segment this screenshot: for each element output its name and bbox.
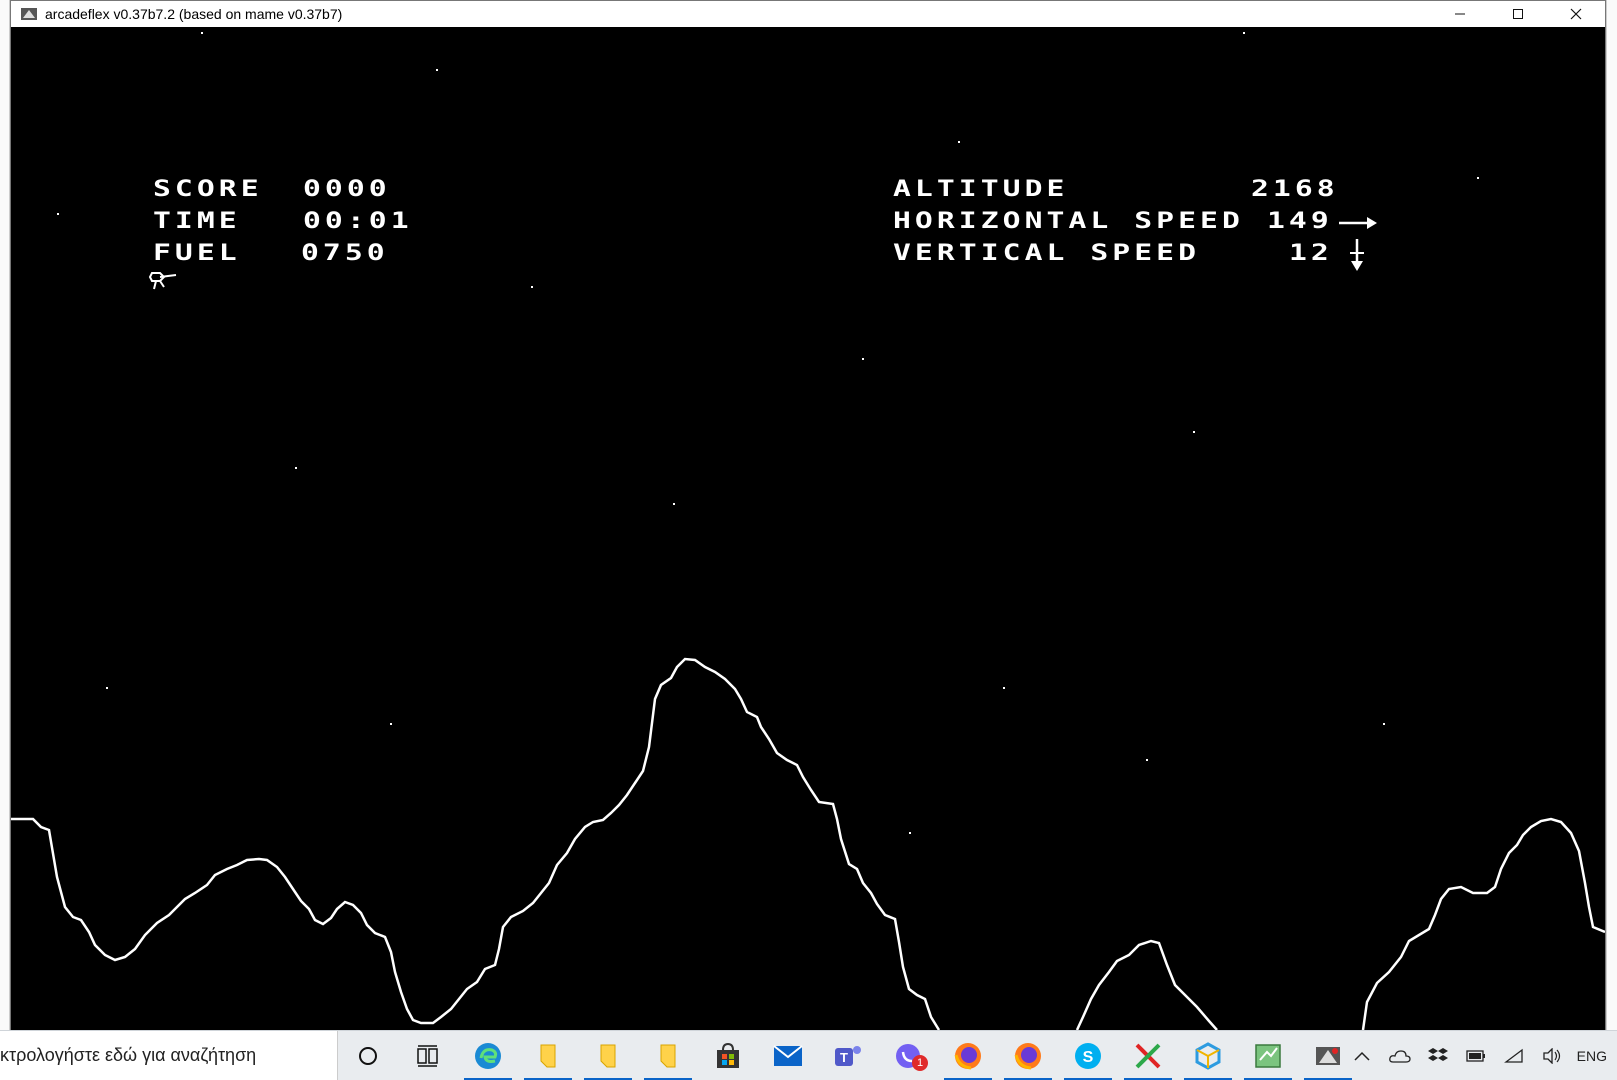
minimize-button[interactable]	[1431, 1, 1489, 27]
star	[106, 687, 108, 689]
lunar-lander-sprite	[148, 272, 177, 290]
star	[909, 832, 911, 834]
star	[862, 358, 864, 360]
taskbar-apps: T 1 S	[338, 1031, 1358, 1080]
right-arrow-icon	[1339, 217, 1377, 229]
taskbar-button-file-explorer[interactable]	[518, 1031, 578, 1080]
star	[295, 467, 297, 469]
wifi-icon[interactable]	[1495, 1031, 1533, 1080]
taskbar-button-firefox[interactable]	[938, 1031, 998, 1080]
star	[958, 141, 960, 143]
xmind-icon	[1134, 1042, 1162, 1070]
lunar-terrain-right	[1075, 939, 1218, 1030]
star	[1193, 431, 1195, 433]
game-screen[interactable]: SCORE 0000 TIME 00:01 FUEL 0750 ALTITUDE…	[11, 27, 1605, 1030]
vertical-speed-value: 12	[1289, 241, 1333, 266]
battery-icon[interactable]	[1457, 1031, 1495, 1080]
arcadeflex-window: arcadeflex v0.37b7.2 (based on mame v0.3…	[10, 0, 1606, 1030]
background-window-left	[0, 0, 10, 1030]
taskbar-button-file-explorer[interactable]	[578, 1031, 638, 1080]
title-bar[interactable]: arcadeflex v0.37b7.2 (based on mame v0.3…	[11, 1, 1605, 27]
taskbar: κτρολογήστε εδώ για αναζήτηση T 1 S ENG	[0, 1030, 1617, 1080]
teams-icon: T	[833, 1042, 863, 1070]
volume-icon[interactable]	[1533, 1031, 1571, 1080]
starfield	[57, 32, 1479, 834]
star	[436, 69, 438, 71]
file-explorer-icon	[659, 1043, 677, 1069]
altitude-value: 2168	[1251, 177, 1339, 202]
skype-icon: S	[1074, 1042, 1102, 1070]
onedrive-icon[interactable]	[1381, 1031, 1419, 1080]
taskbar-search-box[interactable]: κτρολογήστε εδώ για αναζήτηση	[0, 1030, 338, 1080]
minimize-icon	[1455, 13, 1465, 15]
dropbox-icon[interactable]	[1419, 1031, 1457, 1080]
language-indicator[interactable]: ENG	[1571, 1048, 1617, 1064]
close-icon	[1570, 8, 1582, 20]
cortana-icon	[357, 1045, 379, 1067]
fuel-label: FUEL	[153, 241, 241, 266]
score-label: SCORE	[153, 177, 263, 202]
svg-text:T: T	[840, 1050, 848, 1065]
taskbar-button-viber[interactable]: 1	[878, 1031, 938, 1080]
taskbar-button-store[interactable]	[698, 1031, 758, 1080]
svg-text:S: S	[1083, 1049, 1094, 1066]
time-label: TIME	[153, 209, 241, 234]
taskbar-button-cube-app[interactable]	[1178, 1031, 1238, 1080]
notification-badge: 1	[912, 1054, 928, 1071]
star	[1146, 759, 1148, 761]
system-tray: ENG	[1343, 1031, 1617, 1080]
taskbar-button-mail[interactable]	[758, 1031, 818, 1080]
star	[1383, 723, 1385, 725]
file-explorer-icon	[539, 1043, 557, 1069]
firefox-icon	[953, 1041, 983, 1071]
star	[1003, 687, 1005, 689]
firefox-icon	[1013, 1041, 1043, 1071]
search-placeholder: κτρολογήστε εδώ για αναζήτηση	[0, 1045, 257, 1065]
lunar-terrain	[11, 657, 941, 1030]
mail-icon	[773, 1044, 803, 1067]
app-icon[interactable]	[19, 5, 39, 23]
window-title: arcadeflex v0.37b7.2 (based on mame v0.3…	[45, 6, 343, 22]
task-view-icon	[416, 1044, 440, 1067]
edge-icon	[473, 1041, 503, 1071]
star	[673, 503, 675, 505]
chevron-up-icon[interactable]	[1343, 1031, 1381, 1080]
taskbar-button-notepad[interactable]	[1238, 1031, 1298, 1080]
star	[390, 723, 392, 725]
taskbar-button-xmind[interactable]	[1118, 1031, 1178, 1080]
lunar-terrain-far-right	[1361, 817, 1605, 1030]
time-value: 00:01	[303, 209, 413, 234]
altitude-label: ALTITUDE	[893, 177, 1069, 202]
cube-app-icon	[1195, 1041, 1221, 1070]
star	[531, 286, 533, 288]
down-arrow-icon	[1350, 239, 1364, 271]
taskbar-button-teams[interactable]: T	[818, 1031, 878, 1080]
star	[1243, 32, 1245, 34]
store-icon	[714, 1042, 742, 1070]
star	[57, 213, 59, 215]
star	[201, 32, 203, 34]
notepad-icon	[1253, 1042, 1283, 1070]
taskbar-button-skype[interactable]: S	[1058, 1031, 1118, 1080]
window-controls	[1431, 1, 1605, 27]
horizontal-speed-label: HORIZONTAL SPEED	[893, 209, 1244, 234]
taskbar-button-task-view[interactable]	[398, 1031, 458, 1080]
taskbar-button-file-explorer[interactable]	[638, 1031, 698, 1080]
fuel-value: 0750	[301, 241, 389, 266]
arcadeflex-icon	[1313, 1042, 1343, 1070]
score-value: 0000	[303, 177, 391, 202]
maximize-button[interactable]	[1489, 1, 1547, 27]
taskbar-button-cortana[interactable]	[338, 1031, 398, 1080]
taskbar-button-edge[interactable]	[458, 1031, 518, 1080]
close-button[interactable]	[1547, 1, 1605, 27]
background-window-right	[1606, 0, 1617, 1030]
taskbar-button-firefox[interactable]	[998, 1031, 1058, 1080]
horizontal-speed-value: 149	[1267, 209, 1333, 234]
vertical-speed-label: VERTICAL SPEED	[893, 241, 1201, 266]
file-explorer-icon	[599, 1043, 617, 1069]
desktop: arcadeflex v0.37b7.2 (based on mame v0.3…	[0, 0, 1617, 1080]
star	[1477, 177, 1479, 179]
maximize-icon	[1513, 9, 1523, 19]
